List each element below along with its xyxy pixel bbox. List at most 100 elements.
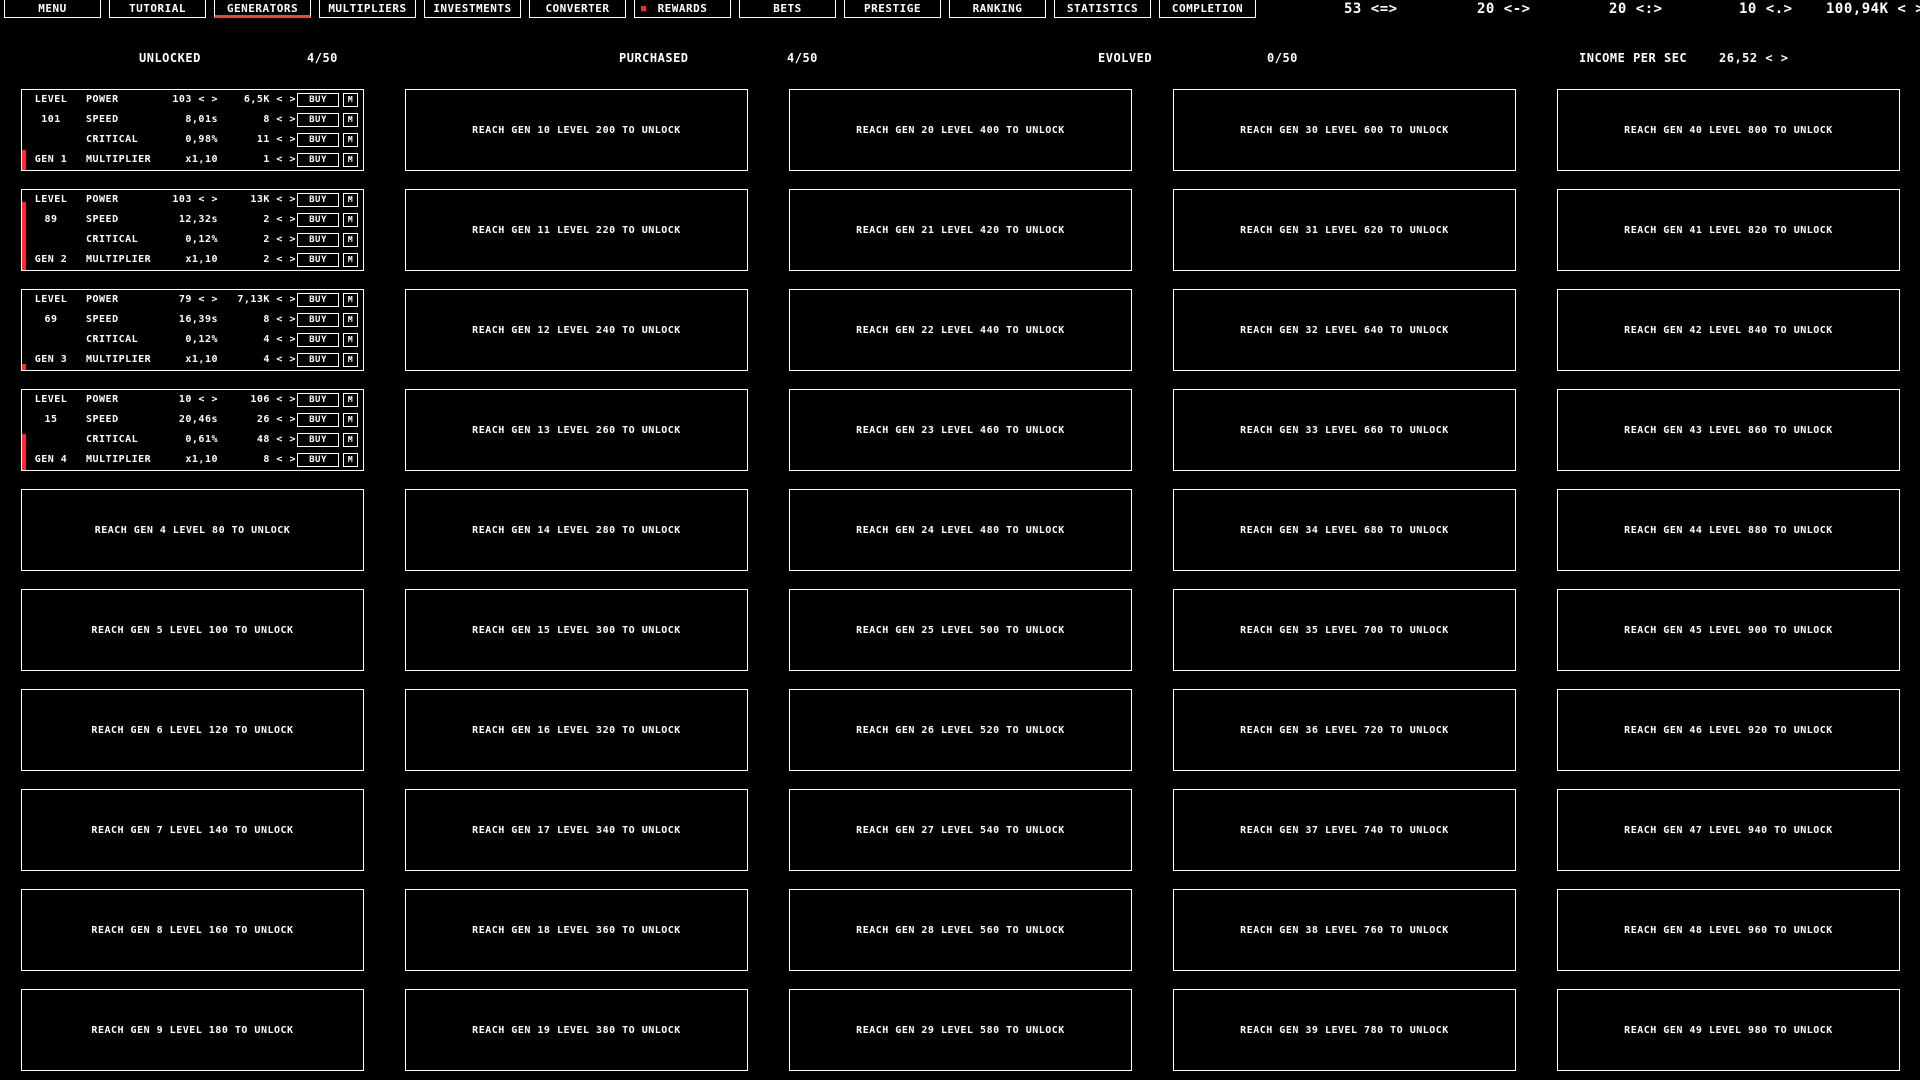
locked-generator-card[interactable]: REACH GEN 26 LEVEL 520 TO UNLOCK [789,689,1132,771]
locked-generator-card[interactable]: REACH GEN 48 LEVEL 960 TO UNLOCK [1557,889,1900,971]
locked-generator-card[interactable]: REACH GEN 9 LEVEL 180 TO UNLOCK [21,989,364,1071]
max-button[interactable]: M [343,293,358,307]
max-button[interactable]: M [343,233,358,247]
locked-generator-card[interactable]: REACH GEN 27 LEVEL 540 TO UNLOCK [789,789,1132,871]
locked-generator-card[interactable]: REACH GEN 40 LEVEL 800 TO UNLOCK [1557,89,1900,171]
locked-generator-card[interactable]: REACH GEN 43 LEVEL 860 TO UNLOCK [1557,389,1900,471]
locked-generator-card[interactable]: REACH GEN 4 LEVEL 80 TO UNLOCK [21,489,364,571]
buy-button[interactable]: BUY [297,353,339,367]
locked-generator-card[interactable]: REACH GEN 32 LEVEL 640 TO UNLOCK [1173,289,1516,371]
buy-button[interactable]: BUY [297,133,339,147]
locked-generator-card[interactable]: REACH GEN 23 LEVEL 460 TO UNLOCK [789,389,1132,471]
resource-counter[interactable]: 53 <=> [1344,0,1398,18]
locked-generator-card[interactable]: REACH GEN 41 LEVEL 820 TO UNLOCK [1557,189,1900,271]
stat-name: SPEED [86,314,119,325]
locked-generator-card[interactable]: REACH GEN 28 LEVEL 560 TO UNLOCK [789,889,1132,971]
locked-generator-card[interactable]: REACH GEN 24 LEVEL 480 TO UNLOCK [789,489,1132,571]
locked-generator-card[interactable]: REACH GEN 11 LEVEL 220 TO UNLOCK [405,189,748,271]
buy-button[interactable]: BUY [297,153,339,167]
locked-generator-card[interactable]: REACH GEN 14 LEVEL 280 TO UNLOCK [405,489,748,571]
locked-generator-card[interactable]: REACH GEN 35 LEVEL 700 TO UNLOCK [1173,589,1516,671]
buy-button[interactable]: BUY [297,113,339,127]
max-button[interactable]: M [343,193,358,207]
resource-counter[interactable]: 100,94K < > [1826,0,1920,18]
unlock-requirement: REACH GEN 16 LEVEL 320 TO UNLOCK [472,724,681,736]
tab-menu[interactable]: MENU [4,0,101,18]
locked-generator-card[interactable]: REACH GEN 15 LEVEL 300 TO UNLOCK [405,589,748,671]
locked-generator-card[interactable]: REACH GEN 25 LEVEL 500 TO UNLOCK [789,589,1132,671]
locked-generator-card[interactable]: REACH GEN 33 LEVEL 660 TO UNLOCK [1173,389,1516,471]
locked-generator-card[interactable]: REACH GEN 31 LEVEL 620 TO UNLOCK [1173,189,1516,271]
max-button[interactable]: M [343,113,358,127]
max-button[interactable]: M [343,313,358,327]
buy-button[interactable]: BUY [297,453,339,467]
buy-button[interactable]: BUY [297,213,339,227]
tab-tutorial[interactable]: TUTORIAL [109,0,206,18]
unlock-requirement: REACH GEN 42 LEVEL 840 TO UNLOCK [1624,324,1833,336]
locked-generator-card[interactable]: REACH GEN 20 LEVEL 400 TO UNLOCK [789,89,1132,171]
gen-label: GEN 1 [34,154,68,165]
max-button[interactable]: M [343,433,358,447]
resource-counter[interactable]: 20 <-> [1477,0,1531,18]
locked-generator-card[interactable]: REACH GEN 22 LEVEL 440 TO UNLOCK [789,289,1132,371]
tab-bets[interactable]: BETS [739,0,836,18]
locked-generator-card[interactable]: REACH GEN 38 LEVEL 760 TO UNLOCK [1173,889,1516,971]
buy-button[interactable]: BUY [297,333,339,347]
locked-generator-card[interactable]: REACH GEN 13 LEVEL 260 TO UNLOCK [405,389,748,471]
locked-generator-card[interactable]: REACH GEN 12 LEVEL 240 TO UNLOCK [405,289,748,371]
tab-converter[interactable]: CONVERTER [529,0,626,18]
locked-generator-card[interactable]: REACH GEN 29 LEVEL 580 TO UNLOCK [789,989,1132,1071]
max-button[interactable]: M [343,353,358,367]
buy-button[interactable]: BUY [297,413,339,427]
locked-generator-card[interactable]: REACH GEN 30 LEVEL 600 TO UNLOCK [1173,89,1516,171]
tab-investments[interactable]: INVESTMENTS [424,0,521,18]
locked-generator-card[interactable]: REACH GEN 6 LEVEL 120 TO UNLOCK [21,689,364,771]
locked-generator-card[interactable]: REACH GEN 49 LEVEL 980 TO UNLOCK [1557,989,1900,1071]
max-button[interactable]: M [343,253,358,267]
tab-prestige[interactable]: PRESTIGE [844,0,941,18]
buy-button[interactable]: BUY [297,293,339,307]
buy-button[interactable]: BUY [297,433,339,447]
locked-generator-card[interactable]: REACH GEN 42 LEVEL 840 TO UNLOCK [1557,289,1900,371]
buy-button[interactable]: BUY [297,253,339,267]
locked-generator-card[interactable]: REACH GEN 37 LEVEL 740 TO UNLOCK [1173,789,1516,871]
max-button[interactable]: M [343,133,358,147]
tab-statistics[interactable]: STATISTICS [1054,0,1151,18]
buy-button[interactable]: BUY [297,93,339,107]
locked-generator-card[interactable]: REACH GEN 8 LEVEL 160 TO UNLOCK [21,889,364,971]
unlock-requirement: REACH GEN 27 LEVEL 540 TO UNLOCK [856,824,1065,836]
tab-rewards[interactable]: REWARDS [634,0,731,18]
locked-generator-card[interactable]: REACH GEN 47 LEVEL 940 TO UNLOCK [1557,789,1900,871]
max-button[interactable]: M [343,393,358,407]
locked-generator-card[interactable]: REACH GEN 46 LEVEL 920 TO UNLOCK [1557,689,1900,771]
max-button[interactable]: M [343,93,358,107]
buy-button[interactable]: BUY [297,313,339,327]
resource-counter[interactable]: 10 <.> [1739,0,1793,18]
locked-generator-card[interactable]: REACH GEN 17 LEVEL 340 TO UNLOCK [405,789,748,871]
locked-generator-card[interactable]: REACH GEN 7 LEVEL 140 TO UNLOCK [21,789,364,871]
locked-generator-card[interactable]: REACH GEN 36 LEVEL 720 TO UNLOCK [1173,689,1516,771]
max-button[interactable]: M [343,153,358,167]
buy-button[interactable]: BUY [297,193,339,207]
max-button[interactable]: M [343,453,358,467]
locked-generator-card[interactable]: REACH GEN 19 LEVEL 380 TO UNLOCK [405,989,748,1071]
max-button[interactable]: M [343,413,358,427]
tab-ranking[interactable]: RANKING [949,0,1046,18]
resource-counter[interactable]: 20 <:> [1609,0,1663,18]
locked-generator-card[interactable]: REACH GEN 21 LEVEL 420 TO UNLOCK [789,189,1132,271]
tab-multipliers[interactable]: MULTIPLIERS [319,0,416,18]
locked-generator-card[interactable]: REACH GEN 16 LEVEL 320 TO UNLOCK [405,689,748,771]
locked-generator-card[interactable]: REACH GEN 45 LEVEL 900 TO UNLOCK [1557,589,1900,671]
locked-generator-card[interactable]: REACH GEN 34 LEVEL 680 TO UNLOCK [1173,489,1516,571]
locked-generator-card[interactable]: REACH GEN 10 LEVEL 200 TO UNLOCK [405,89,748,171]
locked-generator-card[interactable]: REACH GEN 18 LEVEL 360 TO UNLOCK [405,889,748,971]
buy-button[interactable]: BUY [297,393,339,407]
buy-button[interactable]: BUY [297,233,339,247]
max-button[interactable]: M [343,213,358,227]
locked-generator-card[interactable]: REACH GEN 39 LEVEL 780 TO UNLOCK [1173,989,1516,1071]
max-button[interactable]: M [343,333,358,347]
tab-completion[interactable]: COMPLETION [1159,0,1256,18]
locked-generator-card[interactable]: REACH GEN 44 LEVEL 880 TO UNLOCK [1557,489,1900,571]
locked-generator-card[interactable]: REACH GEN 5 LEVEL 100 TO UNLOCK [21,589,364,671]
tab-generators[interactable]: GENERATORS [214,0,311,18]
